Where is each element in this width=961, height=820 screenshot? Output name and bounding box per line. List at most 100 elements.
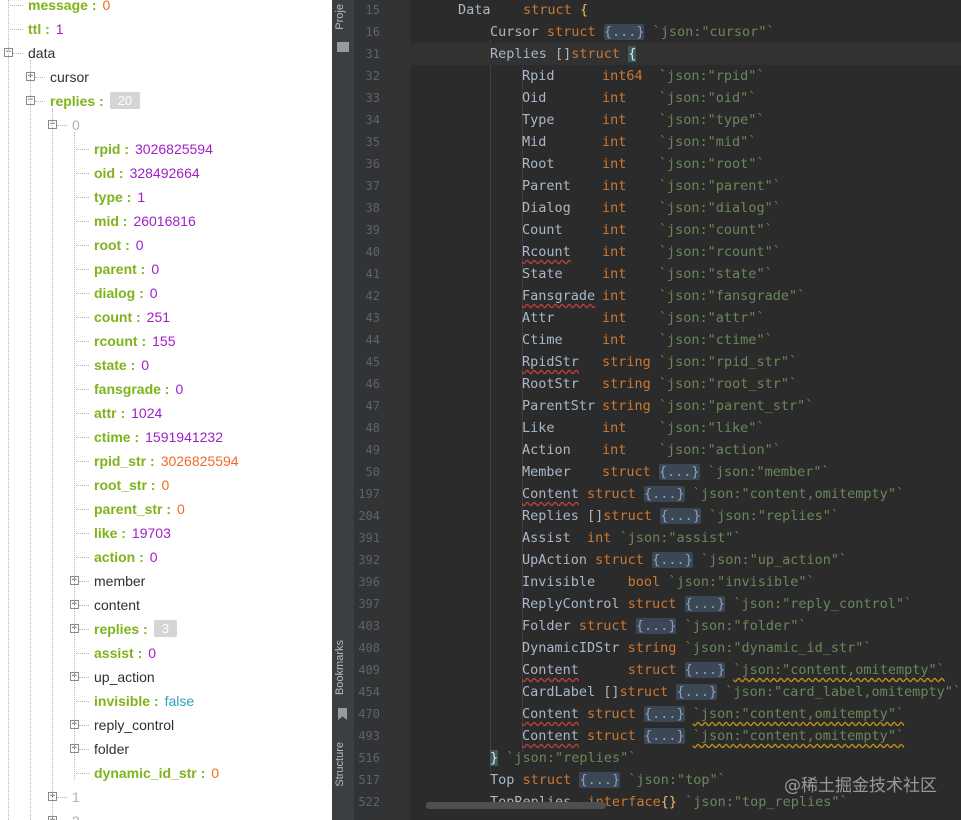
json-node-name: up_action — [94, 669, 155, 685]
code-line[interactable]: Data struct { — [410, 0, 961, 21]
code-line[interactable]: Content struct {...} `json:"content,omit… — [410, 725, 961, 747]
code-line[interactable]: Dialog int `json:"dialog"` — [410, 197, 961, 219]
tree-connector — [74, 365, 89, 366]
code-line[interactable]: Ctime int `json:"ctime"` — [410, 329, 961, 351]
code-line[interactable]: Root int `json:"root"` — [410, 153, 961, 175]
keyword: int — [602, 332, 627, 348]
json-value: 1 — [55, 21, 64, 37]
code-line[interactable]: Replies []struct {...} `json:"replies"` — [410, 505, 961, 527]
json-key: parent — [94, 261, 137, 277]
bookmarks-tab[interactable]: Bookmarks — [334, 640, 346, 695]
code-editor[interactable]: Data struct {Cursor struct {...} `json:"… — [410, 0, 961, 820]
folded-block[interactable]: {...} — [652, 552, 693, 568]
code-line[interactable]: Rpid int64 `json:"rpid"` — [410, 65, 961, 87]
code-text: Top — [490, 772, 523, 788]
json-row[interactable]: replies :3 — [94, 617, 177, 641]
json-row[interactable]: replies :20 — [50, 89, 141, 113]
folded-block[interactable]: {...} — [660, 508, 701, 524]
json-row[interactable]: up_action — [94, 665, 155, 689]
struct-tag: `json:"state"` — [658, 266, 773, 282]
json-row[interactable]: cursor — [50, 65, 89, 89]
code-line[interactable]: Parent int `json:"parent"` — [410, 175, 961, 197]
struct-tag: `json:"parent"` — [658, 178, 781, 194]
json-value: 0 — [149, 549, 158, 565]
keyword: struct — [587, 486, 636, 502]
line-number: 409 — [358, 663, 380, 677]
folded-block[interactable]: {...} — [684, 662, 726, 678]
code-line[interactable]: ReplyControl struct {...} `json:"reply_c… — [410, 593, 961, 615]
json-key: assist — [94, 645, 134, 661]
json-row: state :0 — [94, 353, 149, 377]
code-line[interactable]: Folder struct {...} `json:"folder"` — [410, 615, 961, 637]
code-line[interactable]: Attr int `json:"attr"` — [410, 307, 961, 329]
folded-block[interactable]: {...} — [579, 772, 621, 788]
code-line[interactable]: Type int `json:"type"` — [410, 109, 961, 131]
code-text: Invisible — [522, 574, 628, 590]
code-line[interactable]: Invisible bool `json:"invisible"` — [410, 571, 961, 593]
code-line[interactable]: CardLabel []struct {...} `json:"card_lab… — [410, 681, 961, 703]
json-row[interactable]: reply_control — [94, 713, 174, 737]
code-line[interactable]: Like int `json:"like"` — [410, 417, 961, 439]
code-line[interactable]: Replies []struct { — [410, 43, 961, 65]
folded-block[interactable]: {...} — [603, 24, 645, 40]
code-line[interactable]: RpidStr string `json:"rpid_str"` — [410, 351, 961, 373]
json-row[interactable]: 2 — [72, 809, 80, 820]
code-line[interactable]: } `json:"replies"` — [410, 747, 961, 769]
folded-block[interactable]: {...} — [684, 596, 726, 612]
json-row[interactable]: member — [94, 569, 145, 593]
json-colon: : — [136, 261, 146, 277]
code-line[interactable]: UpAction struct {...} `json:"up_action"` — [410, 549, 961, 571]
tree-connector — [74, 173, 89, 174]
json-row[interactable]: content — [94, 593, 140, 617]
code-line[interactable]: Oid int `json:"oid"` — [410, 87, 961, 109]
json-node-name: data — [28, 45, 56, 61]
struct-tag: `json:"root_str"` — [658, 376, 798, 392]
code-line[interactable]: Member struct {...} `json:"member"` — [410, 461, 961, 483]
keyword: struct — [523, 2, 572, 18]
folded-block[interactable]: {...} — [643, 486, 685, 502]
json-colon: : — [120, 141, 130, 157]
folded-block[interactable]: {...} — [658, 464, 700, 480]
json-row[interactable]: folder — [94, 737, 129, 761]
code-line[interactable]: RootStr string `json:"root_str"` — [410, 373, 961, 395]
line-number: 33 — [365, 91, 380, 105]
json-colon: : — [87, 0, 97, 13]
code-line[interactable]: Action int `json:"action"` — [410, 439, 961, 461]
code-line[interactable]: State int `json:"state"` — [410, 263, 961, 285]
struct-tag: `json:"fansgrade"` — [658, 288, 806, 304]
folded-block[interactable]: {...} — [635, 618, 677, 634]
json-row: parent :0 — [94, 257, 159, 281]
folded-block[interactable]: {...} — [643, 706, 685, 722]
folded-block[interactable]: {...} — [643, 728, 685, 744]
code-line[interactable]: Content struct {...} `json:"content,omit… — [410, 703, 961, 725]
code-line[interactable]: Cursor struct {...} `json:"cursor"` — [410, 21, 961, 43]
code-line[interactable]: Count int `json:"count"` — [410, 219, 961, 241]
json-row[interactable]: data — [28, 41, 55, 65]
code-line[interactable]: Content struct {...} `json:"content,omit… — [410, 483, 961, 505]
folded-block[interactable]: {...} — [676, 684, 718, 700]
structure-tab[interactable]: Structure — [334, 742, 346, 787]
code-line[interactable]: Rcount int `json:"rcount"` — [410, 241, 961, 263]
json-value: 328492664 — [129, 165, 200, 181]
json-colon: : — [133, 645, 143, 661]
code-line[interactable]: Fansgrade int `json:"fansgrade"` — [410, 285, 961, 307]
horizontal-scrollbar[interactable] — [426, 802, 606, 809]
project-tab[interactable]: Proje — [334, 4, 346, 30]
field-name: Fansgrade — [522, 288, 596, 304]
json-row[interactable]: 1 — [72, 785, 80, 809]
code-line[interactable]: Assist int `json:"assist"` — [410, 527, 961, 549]
brace: {} — [660, 794, 677, 810]
code-line[interactable]: ParentStr string `json:"parent_str"` — [410, 395, 961, 417]
tree-connector — [74, 221, 89, 222]
line-number: 40 — [365, 245, 380, 259]
field-name: ParentStr — [522, 398, 596, 414]
json-key: invisible — [94, 693, 151, 709]
keyword: string — [627, 640, 677, 656]
code-line[interactable]: DynamicIDStr string `json:"dynamic_id_st… — [410, 637, 961, 659]
code-line[interactable]: Mid int `json:"mid"` — [410, 131, 961, 153]
line-number: 47 — [365, 399, 380, 413]
code-line[interactable]: Content struct {...} `json:"content,omit… — [410, 659, 961, 681]
